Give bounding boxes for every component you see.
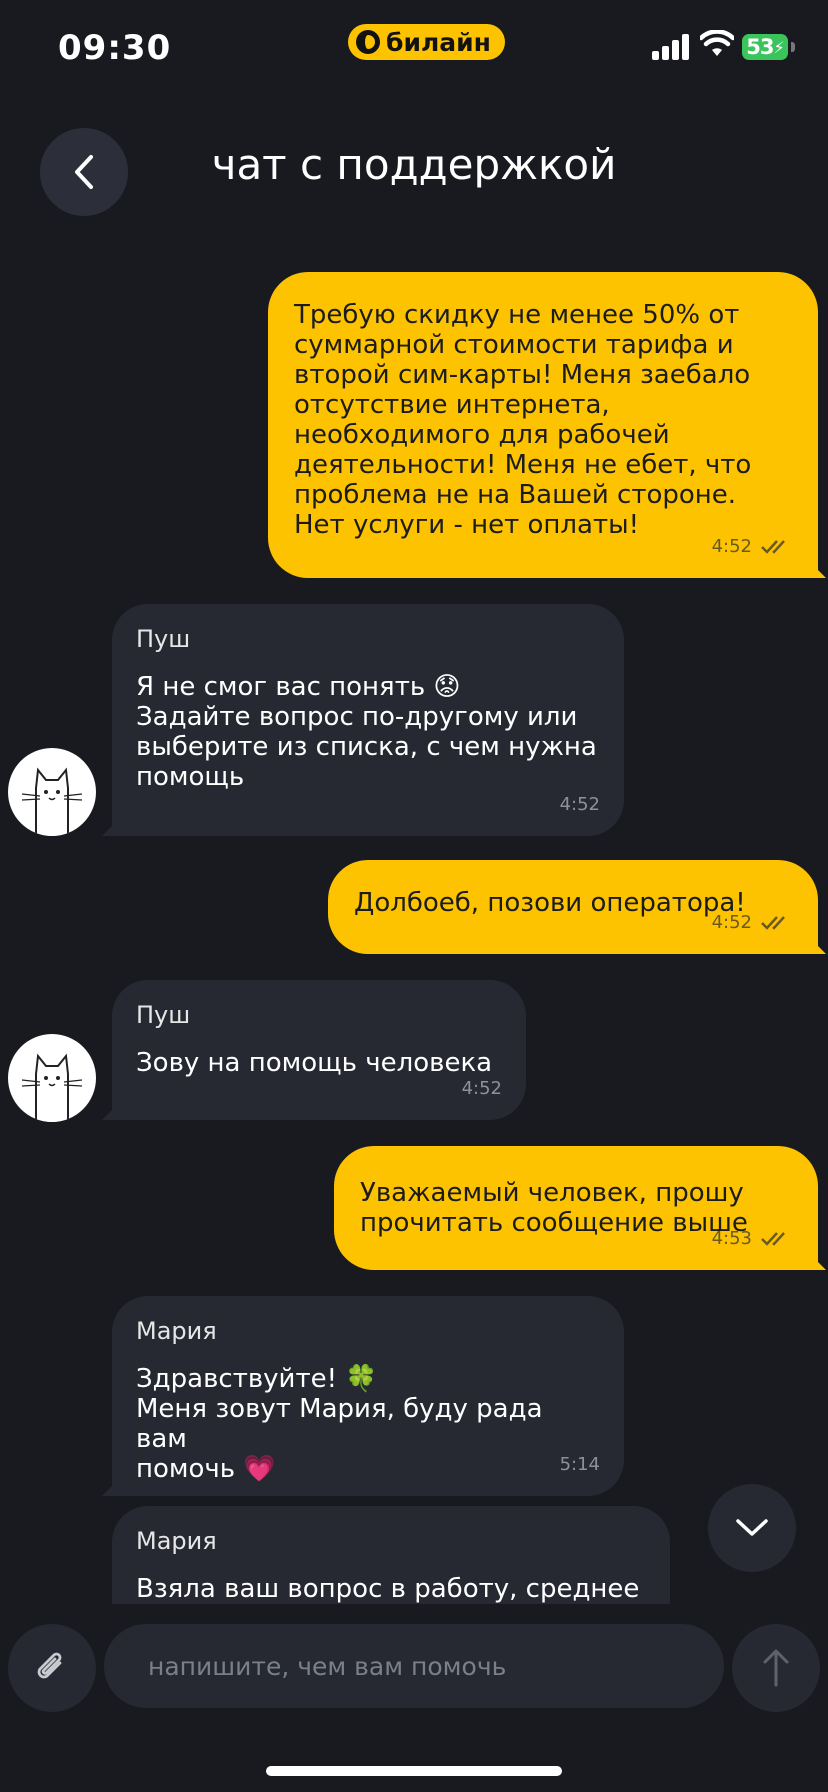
message-outgoing[interactable]: Долбоеб, позови оператора! 4:52 <box>328 860 818 954</box>
message-meta: 4:52 <box>462 1074 502 1104</box>
cat-avatar-icon <box>21 1053 83 1122</box>
cat-avatar-icon <box>21 767 83 836</box>
message-incoming[interactable]: Мария Здравствуйте! 🍀 Меня зовут Мария, … <box>112 1296 624 1496</box>
bot-avatar <box>8 748 96 836</box>
scroll-down-button[interactable] <box>708 1484 796 1572</box>
message-incoming[interactable]: Пуш Я не смог вас понять 😟 Задайте вопро… <box>112 604 624 836</box>
attach-button[interactable] <box>8 1624 96 1712</box>
message-text: Зову на помощь человека <box>136 1048 493 1078</box>
charging-bolt-icon: ⚡ <box>773 37 785 57</box>
arrow-up-icon <box>763 1649 789 1687</box>
message-sender: Мария <box>136 1527 217 1555</box>
status-time: 09:30 <box>58 28 172 68</box>
message-text: Я не смог вас понять 😟 Задайте вопрос по… <box>136 672 597 792</box>
home-indicator <box>266 1766 562 1776</box>
message-sender: Пуш <box>136 1001 191 1029</box>
page-title: чат с поддержкой <box>211 140 617 189</box>
message-meta: 4:52 <box>712 908 794 938</box>
carrier-name: билайн <box>386 27 491 57</box>
message-text: Взяла ваш вопрос в работу, среднее <box>136 1574 640 1604</box>
message-meta: 4:52 <box>560 790 600 820</box>
message-input[interactable] <box>104 1624 724 1708</box>
cellular-signal-icon <box>652 34 689 60</box>
carrier-logo-icon <box>356 30 380 54</box>
message-time: 5:14 <box>559 1454 600 1475</box>
message-sender: Мария <box>136 1317 217 1345</box>
message-outgoing[interactable]: Уважаемый человек, прошу прочитать сообщ… <box>334 1146 818 1270</box>
paperclip-icon <box>37 1652 62 1679</box>
message-time: 4:52 <box>559 794 600 815</box>
battery-level: 53 <box>746 35 774 59</box>
message-meta: 4:52 <box>712 532 794 562</box>
wifi-icon <box>700 30 734 56</box>
message-time: 4:52 <box>711 536 752 557</box>
bot-avatar <box>8 1034 96 1122</box>
message-time: 4:52 <box>461 1078 502 1099</box>
send-button[interactable] <box>732 1624 820 1712</box>
message-time: 4:52 <box>711 912 752 933</box>
message-meta: 4:53 <box>712 1224 794 1254</box>
carrier-badge: билайн <box>348 24 505 60</box>
message-text: Требую скидку не менее 50% от суммарной … <box>294 300 752 540</box>
message-sender: Пуш <box>136 625 191 653</box>
message-text: Здравствуйте! 🍀 Меня зовут Мария, буду р… <box>136 1364 543 1484</box>
message-time: 4:53 <box>711 1228 752 1249</box>
battery-cap <box>791 42 795 52</box>
battery-indicator: 53 ⚡ <box>742 34 788 60</box>
message-incoming[interactable]: Пуш Зову на помощь человека 4:52 <box>112 980 526 1120</box>
double-check-icon <box>761 540 785 554</box>
double-check-icon <box>761 1232 785 1246</box>
double-check-icon <box>761 916 785 930</box>
chevron-down-icon <box>736 1519 768 1536</box>
message-meta: 5:14 <box>560 1450 600 1480</box>
message-outgoing[interactable]: Требую скидку не менее 50% от суммарной … <box>268 272 818 578</box>
status-bar: 09:30 билайн 53 ⚡ <box>0 0 828 100</box>
